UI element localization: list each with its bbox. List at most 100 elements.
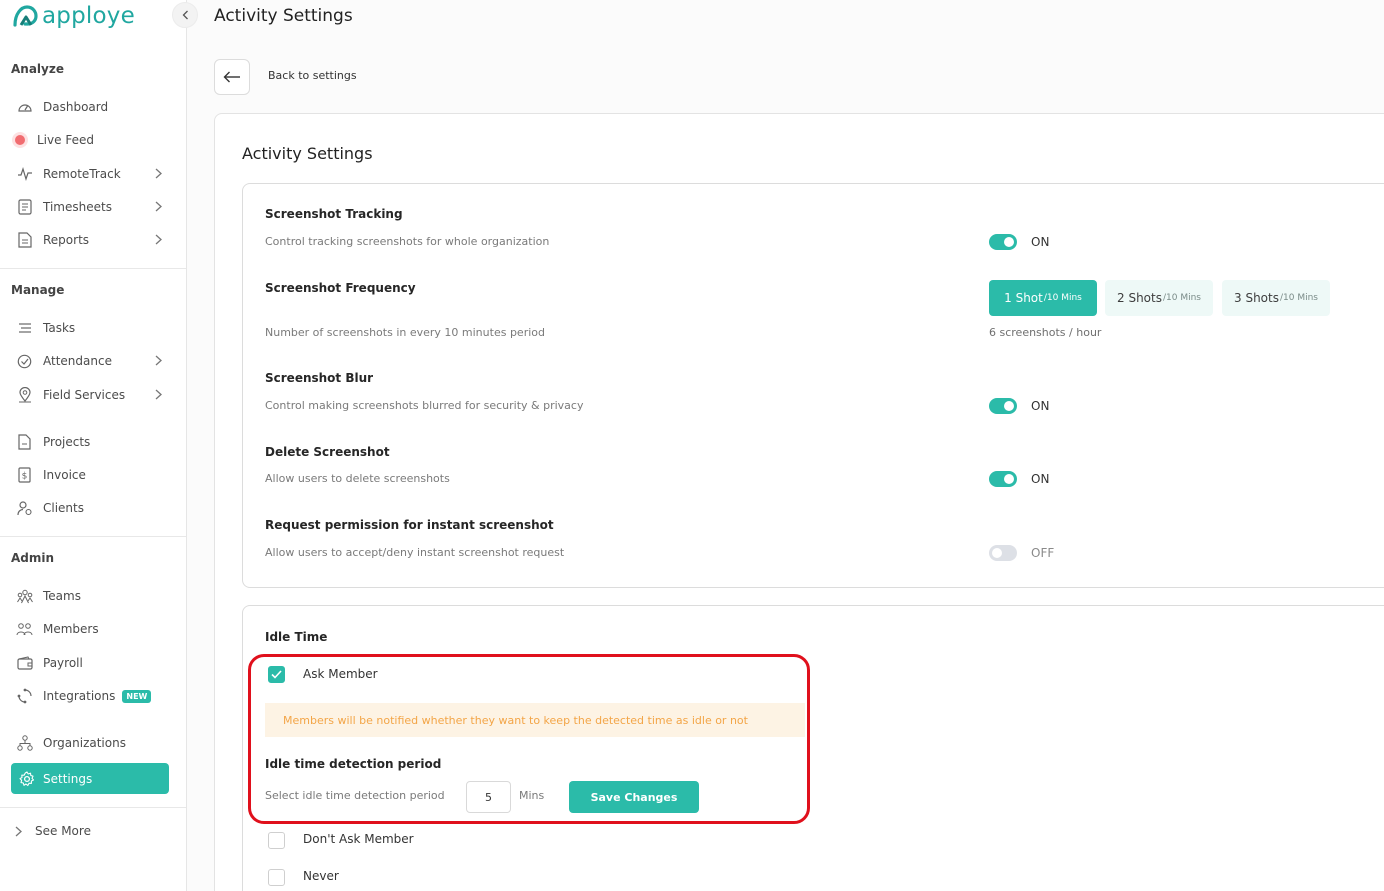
instant-screenshot-desc: Allow users to accept/deny instant scree… bbox=[265, 546, 565, 559]
sidebar-item-settings[interactable]: Settings bbox=[11, 763, 169, 794]
sidebar-item-label: Payroll bbox=[43, 656, 83, 670]
screenshot-blur-desc: Control making screenshots blurred for s… bbox=[265, 399, 584, 412]
sidebar-item-label: Dashboard bbox=[43, 100, 109, 114]
dashboard-icon bbox=[15, 98, 34, 117]
panel-title: Activity Settings bbox=[242, 144, 373, 163]
delete-screenshot-toggle[interactable] bbox=[989, 471, 1017, 487]
chevron-right-icon bbox=[155, 201, 162, 212]
dont-ask-member-checkbox[interactable] bbox=[268, 832, 285, 849]
sidebar-item-label: Field Services bbox=[43, 388, 126, 402]
invoice-icon: $ bbox=[15, 466, 34, 485]
sidebar-item-label: Teams bbox=[43, 589, 81, 603]
sidebar-item-label: Clients bbox=[43, 501, 84, 515]
integrations-icon bbox=[15, 687, 34, 706]
sidebar-item-invoice[interactable]: $ Invoice bbox=[15, 463, 170, 487]
sidebar-item-reports[interactable]: Reports bbox=[15, 228, 170, 252]
section-manage: Manage bbox=[11, 283, 65, 297]
sidebar-item-members[interactable]: Members bbox=[15, 617, 170, 641]
teams-icon bbox=[15, 587, 34, 606]
highlight-annotation bbox=[248, 654, 810, 824]
screenshot-blur-title: Screenshot Blur bbox=[265, 371, 374, 385]
members-icon bbox=[15, 620, 34, 639]
instant-screenshot-state: OFF bbox=[1031, 546, 1055, 560]
chevron-right-icon bbox=[155, 355, 162, 366]
screenshot-frequency-title: Screenshot Frequency bbox=[265, 281, 416, 295]
chevron-right-icon bbox=[155, 234, 162, 245]
sidebar-item-label: Settings bbox=[43, 771, 93, 786]
section-analyze: Analyze bbox=[11, 62, 64, 76]
frequency-3-shots-button[interactable]: 3 Shots/10 Mins bbox=[1222, 280, 1330, 316]
attendance-icon bbox=[15, 352, 34, 371]
new-badge: NEW bbox=[122, 689, 152, 703]
sidebar-item-live-feed[interactable]: Live Feed bbox=[13, 128, 168, 152]
instant-screenshot-title: Request permission for instant screensho… bbox=[265, 518, 554, 532]
frequency-1-shot-button[interactable]: 1 Shot/10 Mins bbox=[989, 280, 1097, 316]
sidebar-item-timesheets[interactable]: Timesheets bbox=[15, 195, 170, 219]
sidebar-item-teams[interactable]: Teams bbox=[15, 584, 170, 608]
never-checkbox[interactable] bbox=[268, 869, 285, 886]
pulse-icon bbox=[15, 165, 34, 184]
sidebar-item-organizations[interactable]: Organizations bbox=[15, 731, 170, 755]
frequency-sub: /10 Mins bbox=[1043, 293, 1082, 303]
sidebar-item-label: Tasks bbox=[43, 321, 76, 335]
apploye-logo[interactable]: apploye bbox=[12, 2, 135, 30]
sidebar-item-projects[interactable]: Projects bbox=[15, 430, 170, 454]
logo-text: apploye bbox=[42, 3, 135, 29]
chevron-left-icon bbox=[182, 10, 188, 20]
never-label: Never bbox=[303, 869, 339, 883]
project-icon bbox=[15, 433, 34, 452]
back-to-settings-link[interactable]: Back to settings bbox=[268, 69, 357, 82]
back-button[interactable] bbox=[214, 59, 250, 95]
tasks-icon bbox=[15, 319, 34, 338]
sidebar-item-tasks[interactable]: Tasks bbox=[15, 316, 170, 340]
see-more-button[interactable]: See More bbox=[15, 819, 170, 843]
divider bbox=[0, 536, 186, 537]
sidebar-item-label: Integrations bbox=[43, 689, 116, 703]
sidebar-item-clients[interactable]: Clients bbox=[15, 496, 170, 520]
frequency-main: 3 Shots bbox=[1234, 291, 1279, 305]
divider bbox=[0, 268, 186, 269]
frequency-main: 1 Shot bbox=[1004, 291, 1043, 305]
chevron-right-icon bbox=[155, 389, 162, 400]
collapse-sidebar-button[interactable] bbox=[172, 2, 198, 28]
screenshot-tracking-toggle[interactable] bbox=[989, 234, 1017, 250]
sidebar-item-field-services[interactable]: Field Services bbox=[15, 383, 170, 407]
section-admin: Admin bbox=[11, 551, 55, 565]
sidebar-item-attendance[interactable]: Attendance bbox=[15, 349, 170, 373]
report-icon bbox=[15, 231, 34, 250]
instant-screenshot-toggle[interactable] bbox=[989, 545, 1017, 561]
sidebar-item-label: Invoice bbox=[43, 468, 86, 482]
frequency-2-shots-button[interactable]: 2 Shots/10 Mins bbox=[1105, 280, 1213, 316]
gear-icon bbox=[17, 769, 36, 788]
idle-time-title: Idle Time bbox=[265, 630, 328, 644]
sidebar-item-dashboard[interactable]: Dashboard bbox=[15, 95, 170, 119]
sidebar-item-label: Timesheets bbox=[43, 200, 112, 214]
delete-screenshot-title: Delete Screenshot bbox=[265, 445, 390, 459]
sidebar-item-payroll[interactable]: Payroll bbox=[15, 651, 170, 675]
frequency-sub: /10 Mins bbox=[1279, 293, 1318, 303]
delete-screenshot-state: ON bbox=[1031, 472, 1050, 486]
frequency-main: 2 Shots bbox=[1117, 291, 1162, 305]
frequency-note: 6 screenshots / hour bbox=[989, 326, 1102, 339]
sidebar-item-label: Members bbox=[43, 622, 99, 636]
sidebar-item-label: Reports bbox=[43, 233, 90, 247]
chevron-right-icon bbox=[155, 168, 162, 179]
sidebar-item-label: RemoteTrack bbox=[43, 167, 121, 181]
see-more-label: See More bbox=[35, 824, 91, 838]
page-title: Activity Settings bbox=[214, 6, 353, 26]
sidebar: apploye Analyze Dashboard Live Feed Remo… bbox=[0, 0, 187, 891]
screenshot-tracking-title: Screenshot Tracking bbox=[265, 207, 403, 221]
chevron-right-icon bbox=[15, 826, 22, 836]
screenshot-blur-state: ON bbox=[1031, 399, 1050, 413]
location-icon bbox=[15, 386, 34, 405]
sidebar-item-integrations[interactable]: Integrations NEW bbox=[15, 684, 170, 708]
logo-icon bbox=[13, 5, 38, 27]
sidebar-item-remotetrack[interactable]: RemoteTrack bbox=[15, 162, 170, 186]
svg-text:$: $ bbox=[22, 472, 28, 482]
timesheet-icon bbox=[15, 198, 34, 217]
wallet-icon bbox=[15, 654, 34, 673]
dont-ask-member-label: Don't Ask Member bbox=[303, 832, 414, 846]
frequency-sub: /10 Mins bbox=[1162, 293, 1201, 303]
screenshot-tracking-state: ON bbox=[1031, 235, 1050, 249]
screenshot-blur-toggle[interactable] bbox=[989, 398, 1017, 414]
